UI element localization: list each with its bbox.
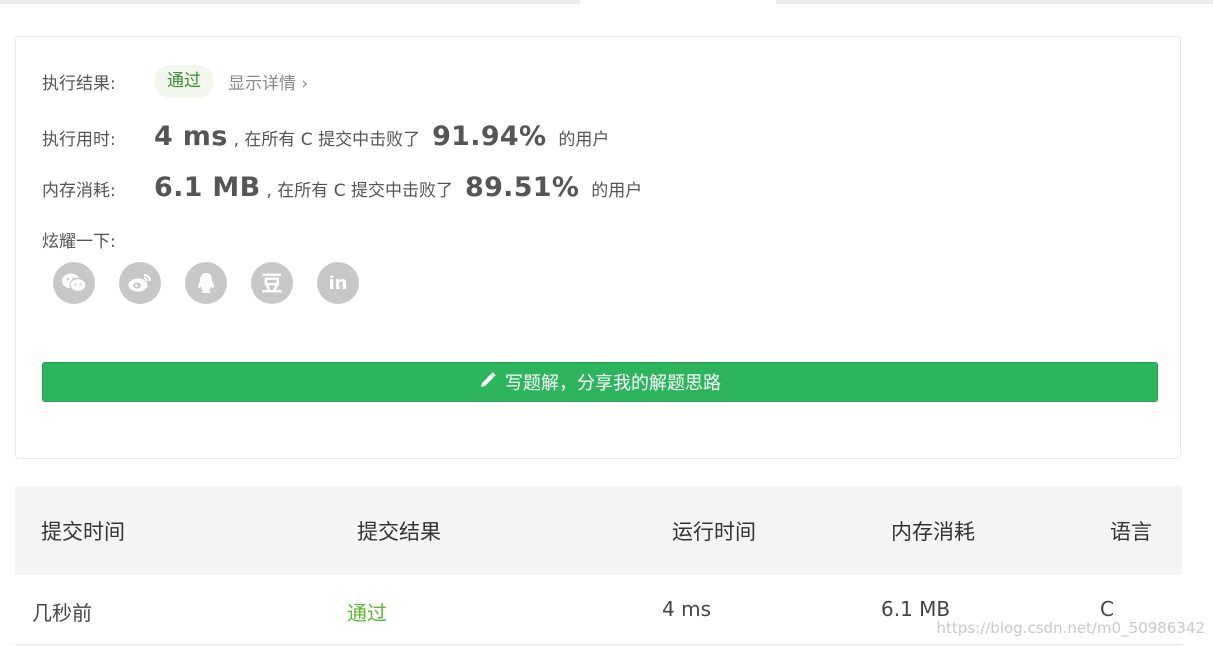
cell-runtime: 4 ms: [662, 597, 711, 621]
share-label: 炫耀一下:: [42, 232, 116, 252]
memory-label: 内存消耗:: [42, 181, 116, 201]
status-badge: 通过: [154, 65, 214, 98]
memory-percent: 89.51%: [464, 172, 580, 203]
pencil-icon: [479, 371, 497, 394]
share-icons: 豆 in: [53, 262, 359, 304]
runtime-suffix: 的用户: [558, 130, 610, 150]
memory-beat-text: , 在所有 C 提交中击败了: [266, 181, 453, 201]
column-header-submit-time[interactable]: 提交时间: [41, 516, 125, 546]
wechat-icon[interactable]: [53, 262, 95, 304]
qq-icon[interactable]: [185, 262, 227, 304]
cell-memory: 6.1 MB: [881, 597, 951, 621]
result-row: 执行结果: 通过 显示详情 ›: [42, 65, 308, 98]
submission-result-card: 执行结果: 通过 显示详情 › 执行用时: 4 ms , 在所有 C 提交中击败…: [15, 36, 1181, 459]
write-solution-button[interactable]: 写题解，分享我的解题思路: [42, 362, 1158, 402]
douban-glyph: 豆: [261, 272, 283, 296]
runtime-percent: 91.94%: [432, 121, 547, 152]
cell-result-link[interactable]: 通过: [347, 597, 387, 626]
runtime-beat-text: , 在所有 C 提交中击败了: [233, 130, 421, 150]
column-header-runtime[interactable]: 运行时间: [672, 516, 756, 546]
watermark: https://blog.csdn.net/m0_50986342: [936, 619, 1205, 637]
runtime-value: 4 ms: [154, 121, 228, 152]
top-tab-underline-left: [0, 0, 580, 4]
memory-value: 6.1 MB: [154, 172, 261, 203]
runtime-label: 执行用时:: [42, 130, 116, 150]
share-label-row: 炫耀一下:: [42, 227, 116, 252]
result-label: 执行结果:: [42, 74, 116, 94]
column-header-result[interactable]: 提交结果: [357, 516, 441, 546]
write-solution-label: 写题解，分享我的解题思路: [505, 373, 721, 394]
douban-icon[interactable]: 豆: [251, 262, 293, 304]
linkedin-glyph: in: [328, 272, 348, 294]
memory-suffix: 的用户: [591, 181, 643, 201]
column-header-language[interactable]: 语言: [1110, 516, 1152, 546]
cell-language: C: [1100, 597, 1114, 621]
top-tab-underline-right: [776, 0, 1213, 4]
cell-submit-time: 几秒前: [32, 601, 92, 625]
runtime-row: 执行用时: 4 ms , 在所有 C 提交中击败了 91.94% 的用户: [42, 121, 609, 152]
column-header-memory[interactable]: 内存消耗: [891, 516, 975, 546]
submissions-table-header: 提交时间 提交结果 运行时间 内存消耗 语言: [15, 486, 1182, 575]
weibo-icon[interactable]: [119, 262, 161, 304]
linkedin-icon[interactable]: in: [317, 262, 359, 304]
show-details-link[interactable]: 显示详情 ›: [228, 69, 308, 94]
memory-row: 内存消耗: 6.1 MB , 在所有 C 提交中击败了 89.51% 的用户: [42, 172, 642, 203]
